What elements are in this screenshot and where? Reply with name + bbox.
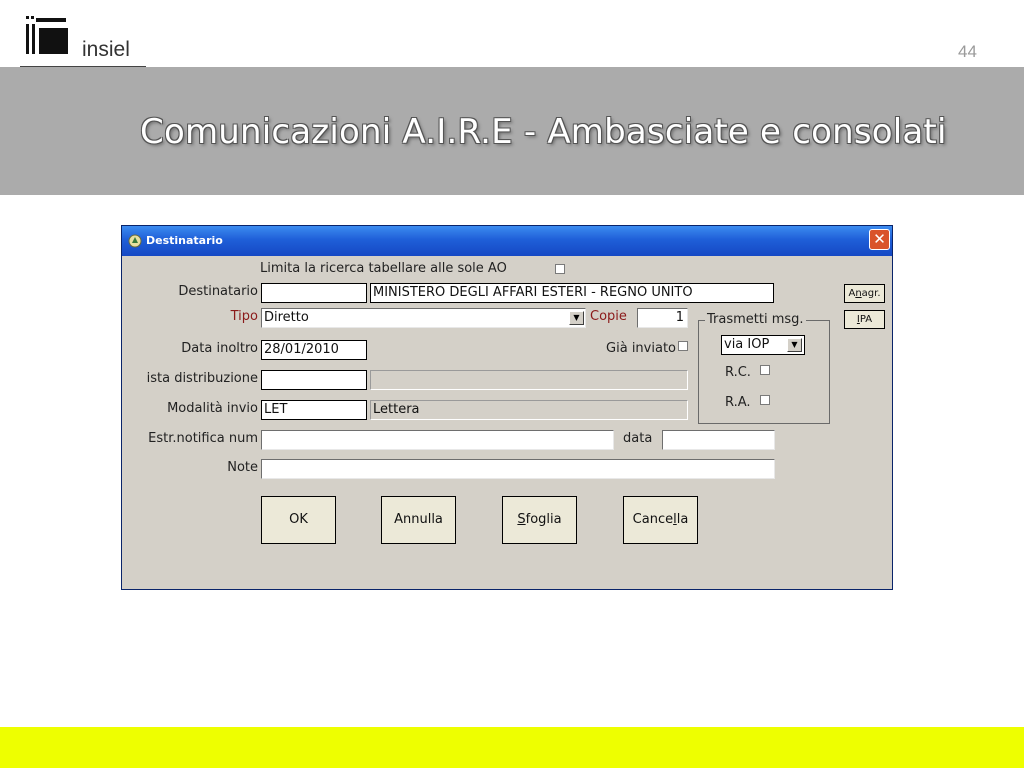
slide-page-number: 44 xyxy=(958,42,977,61)
lista-distribuzione-label: ista distribuzione xyxy=(146,371,258,386)
copie-field[interactable]: 1 xyxy=(637,308,688,328)
ra-checkbox[interactable] xyxy=(760,395,770,405)
dialog-body: Limita la ricerca tabellare alle sole AO… xyxy=(125,256,889,587)
limit-search-checkbox[interactable] xyxy=(555,264,565,274)
ipa-button[interactable]: IPA xyxy=(844,310,885,329)
sfoglia-button[interactable]: Sfoglia xyxy=(502,496,577,544)
cancella-button[interactable]: Cancella xyxy=(623,496,698,544)
close-button[interactable]: ✕ xyxy=(869,229,890,250)
tipo-label: Tipo xyxy=(230,309,258,324)
destinatario-dialog: Destinatario ✕ Limita la ricerca tabella… xyxy=(121,225,893,590)
destinatario-name-field[interactable]: MINISTERO DEGLI AFFARI ESTERI - REGNO UN… xyxy=(370,283,774,303)
note-label: Note xyxy=(227,460,258,475)
slide-title: Comunicazioni A.I.R.E - Ambasciate e con… xyxy=(140,112,947,152)
ok-button[interactable]: OK xyxy=(261,496,336,544)
data-label: data xyxy=(623,431,653,446)
dialog-title: Destinatario xyxy=(146,234,223,247)
limit-search-label: Limita la ricerca tabellare alle sole AO xyxy=(260,261,507,276)
data-inoltro-label: Data inoltro xyxy=(181,341,258,356)
ra-label: R.A. xyxy=(725,395,751,410)
rc-label: R.C. xyxy=(725,365,751,380)
lista-distribuzione-code-field[interactable] xyxy=(261,370,367,390)
trasmetti-value: via IOP xyxy=(724,337,770,352)
anagr-button[interactable]: Anagr. xyxy=(844,284,885,303)
annulla-button[interactable]: Annulla xyxy=(381,496,456,544)
modalita-invio-desc-field: Lettera xyxy=(370,400,688,420)
brand-name: insiel xyxy=(82,38,130,61)
estr-notifica-num-field[interactable] xyxy=(261,430,614,450)
data-inoltro-field[interactable]: 28/01/2010 xyxy=(261,340,367,360)
footer-bar xyxy=(0,727,1024,768)
modalita-invio-code-field[interactable]: LET xyxy=(261,400,367,420)
tipo-dropdown-arrow-icon[interactable]: ▼ xyxy=(569,311,584,325)
trasmetti-label: Trasmetti msg. xyxy=(705,312,806,327)
note-field[interactable] xyxy=(261,459,775,479)
dialog-titlebar[interactable]: Destinatario ✕ xyxy=(122,226,892,256)
rc-checkbox[interactable] xyxy=(760,365,770,375)
gia-inviato-checkbox[interactable] xyxy=(678,341,688,351)
lista-distribuzione-desc-field xyxy=(370,370,688,390)
modalita-invio-label: Modalità invio xyxy=(167,401,258,416)
tipo-select[interactable]: Diretto xyxy=(261,308,586,328)
data-field[interactable] xyxy=(662,430,775,450)
destinatario-label: Destinatario xyxy=(178,284,258,299)
destinatario-code-field[interactable] xyxy=(261,283,367,303)
estr-notifica-label: Estr.notifica num xyxy=(148,431,258,446)
copie-label: Copie xyxy=(590,309,627,324)
trasmetti-dropdown-arrow-icon[interactable]: ▼ xyxy=(787,338,802,352)
insiel-logo-icon xyxy=(26,16,68,54)
tipo-value: Diretto xyxy=(264,310,309,325)
gia-inviato-label: Già inviato xyxy=(606,341,676,356)
app-icon xyxy=(128,234,142,248)
